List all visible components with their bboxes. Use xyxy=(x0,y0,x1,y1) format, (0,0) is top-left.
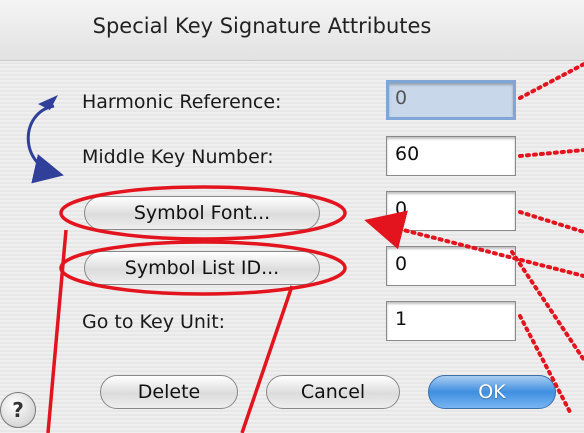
symbol-list-id-field[interactable]: 0 xyxy=(386,246,516,286)
leader-symbol-font xyxy=(518,210,584,234)
harmonic-reference-label: Harmonic Reference: xyxy=(82,91,282,113)
middle-key-number-field[interactable]: 60 xyxy=(386,136,516,176)
go-to-key-unit-field[interactable]: 1 xyxy=(386,301,516,341)
symbol-font-field[interactable]: 0 xyxy=(386,191,516,231)
symbol-font-button[interactable]: Symbol Font... xyxy=(84,196,320,230)
delete-button[interactable]: Delete xyxy=(100,375,238,409)
middle-key-number-label: Middle Key Number: xyxy=(82,146,274,168)
title-bar: Special Key Signature Attributes xyxy=(0,0,584,61)
callout-line-1 xyxy=(46,229,68,433)
go-to-key-unit-label: Go to Key Unit: xyxy=(82,311,226,333)
harmonic-reference-field[interactable]: 0 xyxy=(386,80,516,120)
dialog-title: Special Key Signature Attributes xyxy=(92,14,432,38)
leader-harmonic xyxy=(518,62,584,100)
symbol-list-id-button[interactable]: Symbol List ID... xyxy=(84,251,320,285)
swap-arrow-icon xyxy=(26,104,64,184)
cancel-button[interactable]: Cancel xyxy=(266,375,400,409)
ok-button[interactable]: OK xyxy=(428,375,556,409)
swap-arrow-head-top xyxy=(38,95,58,110)
leader-symbol-list xyxy=(510,250,584,362)
callout-line-2 xyxy=(240,285,294,433)
leader-middle-key xyxy=(518,148,584,158)
help-button[interactable]: ? xyxy=(0,392,36,428)
dialog-window: Special Key Signature Attributes Harmoni… xyxy=(0,0,584,433)
